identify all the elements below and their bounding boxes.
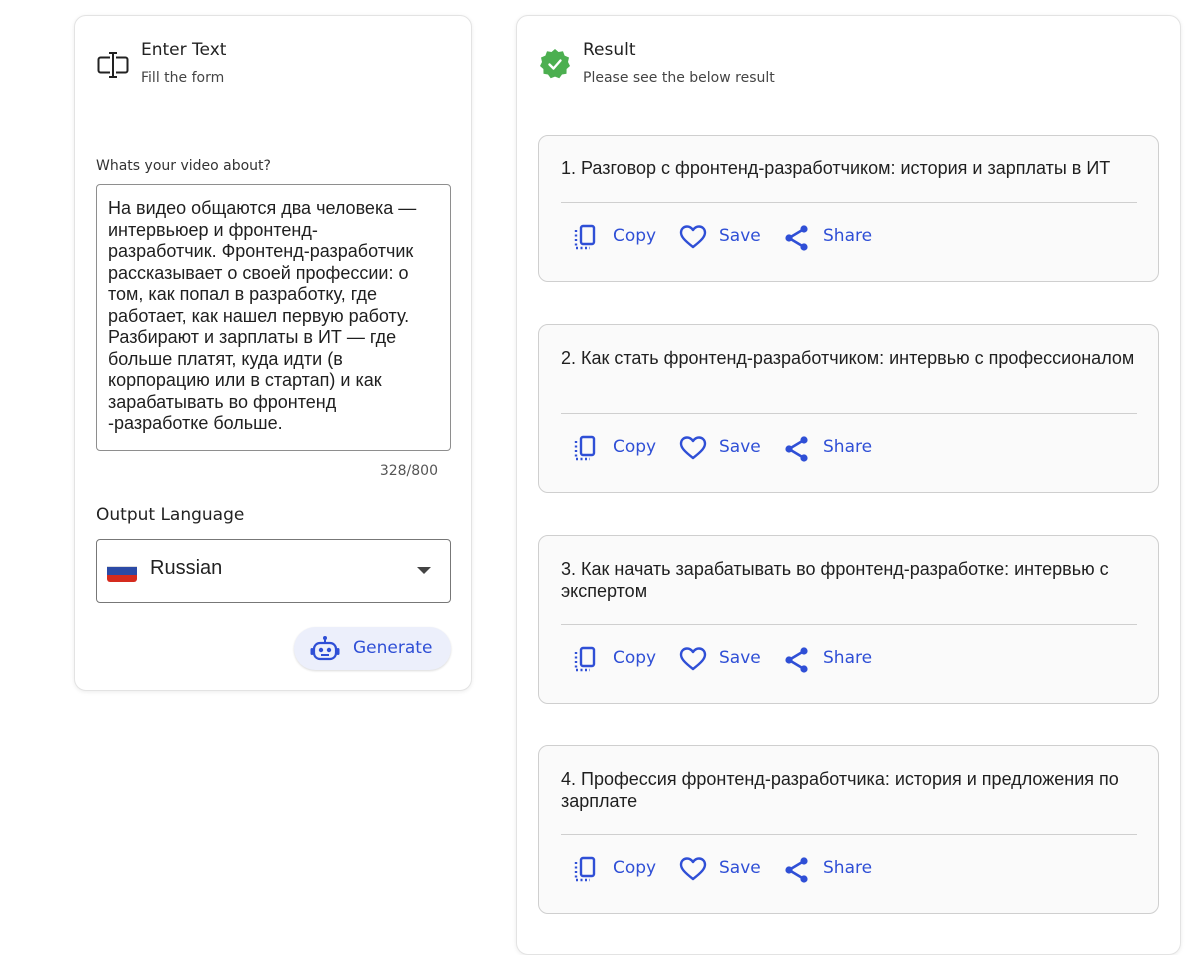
result-item: 3. Как начать зарабатывать во фронтенд-р…	[538, 535, 1159, 704]
result-card-subtitle: Please see the below result	[583, 70, 775, 86]
share-icon	[785, 225, 808, 251]
chevron-down-icon[interactable]	[417, 567, 431, 574]
share-button[interactable]: Share	[783, 852, 883, 888]
save-button[interactable]: Save	[679, 220, 769, 256]
share-label: Share	[823, 648, 873, 668]
copy-label: Copy	[613, 226, 657, 246]
share-button[interactable]: Share	[783, 220, 883, 256]
robot-icon	[310, 636, 340, 661]
generate-button[interactable]: Generate	[294, 627, 451, 670]
result-text: 2. Как стать фронтенд-разработчиком: инт…	[561, 348, 1135, 368]
copy-icon	[574, 646, 596, 672]
share-label: Share	[823, 437, 873, 457]
heart-icon	[679, 647, 707, 671]
video-about-label: Whats your video about?	[96, 158, 271, 174]
save-label: Save	[719, 437, 761, 457]
result-divider	[561, 624, 1137, 625]
video-description-text[interactable]: На видео общаются два человека — интервь…	[108, 198, 440, 435]
copy-label: Copy	[613, 437, 657, 457]
share-label: Share	[823, 226, 873, 246]
copy-icon	[574, 435, 596, 461]
result-card: Result Please see the below result 1. Ра…	[516, 15, 1181, 955]
check-badge-icon	[540, 49, 570, 79]
input-card-subtitle: Fill the form	[141, 70, 225, 86]
save-button[interactable]: Save	[679, 852, 769, 888]
save-label: Save	[719, 648, 761, 668]
share-button[interactable]: Share	[783, 431, 883, 467]
output-language-label: Output Language	[96, 505, 245, 525]
result-text: 4. Профессия фронтенд-разработчика: исто…	[561, 769, 1119, 811]
result-text: 1. Разговор с фронтенд-разработчиком: ис…	[561, 158, 1111, 178]
share-icon	[785, 436, 808, 462]
result-item: 1. Разговор с фронтенд-разработчиком: ис…	[538, 135, 1159, 282]
copy-button[interactable]: Copy	[573, 852, 663, 888]
share-button[interactable]: Share	[783, 642, 883, 678]
input-card-header: Enter Text Fill the form	[75, 16, 471, 106]
save-button[interactable]: Save	[679, 642, 769, 678]
copy-label: Copy	[613, 648, 657, 668]
copy-button[interactable]: Copy	[573, 431, 663, 467]
save-label: Save	[719, 226, 761, 246]
save-label: Save	[719, 858, 761, 878]
result-divider	[561, 413, 1137, 414]
result-text: 3. Как начать зарабатывать во фронтенд-р…	[561, 559, 1109, 601]
ru-flag-icon	[107, 560, 137, 582]
result-item: 2. Как стать фронтенд-разработчиком: инт…	[538, 324, 1159, 493]
copy-icon	[574, 856, 596, 882]
heart-icon	[679, 857, 707, 881]
copy-button[interactable]: Copy	[573, 220, 663, 256]
copy-button[interactable]: Copy	[573, 642, 663, 678]
result-divider	[561, 834, 1137, 835]
output-language-select[interactable]: Russian	[96, 539, 451, 603]
generate-button-label: Generate	[353, 638, 433, 658]
input-card: Enter Text Fill the form Whats your vide…	[74, 15, 472, 691]
heart-icon	[679, 225, 707, 249]
result-divider	[561, 202, 1137, 203]
result-card-title: Result	[583, 40, 636, 60]
input-card-title: Enter Text	[141, 40, 227, 60]
output-language-value: Russian	[150, 557, 223, 579]
share-label: Share	[823, 858, 873, 878]
share-icon	[785, 857, 808, 883]
text-cursor-icon	[97, 52, 129, 78]
save-button[interactable]: Save	[679, 431, 769, 467]
character-counter: 328/800	[379, 463, 438, 479]
heart-icon	[679, 436, 707, 460]
video-description-textarea[interactable]: На видео общаются два человека — интервь…	[96, 184, 451, 451]
share-icon	[785, 647, 808, 673]
result-item: 4. Профессия фронтенд-разработчика: исто…	[538, 745, 1159, 914]
result-card-header: Result Please see the below result	[517, 16, 1180, 106]
copy-icon	[574, 224, 596, 250]
copy-label: Copy	[613, 858, 657, 878]
